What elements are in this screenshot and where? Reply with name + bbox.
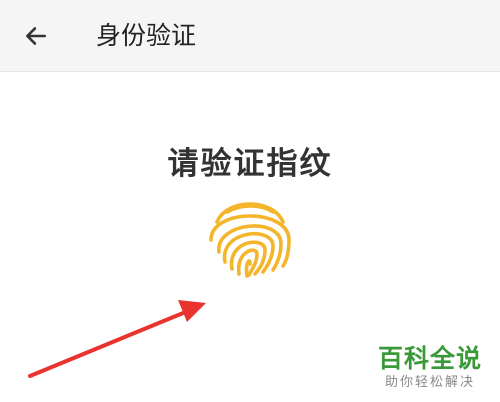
fingerprint-icon [209,202,291,278]
watermark-title: 百科全说 [377,344,482,373]
verify-fingerprint-prompt: 请验证指纹 [167,146,333,182]
page-title: 身份验证 [96,21,197,50]
watermark-subtitle: 助你轻松解决 [384,375,475,390]
back-button[interactable] [20,20,52,52]
arrow-left-icon [26,27,46,45]
watermark: 百科全说 助你轻松解决 [374,344,486,392]
top-app-bar: 身份验证 [0,0,500,72]
fingerprint-sensor[interactable] [205,192,295,278]
